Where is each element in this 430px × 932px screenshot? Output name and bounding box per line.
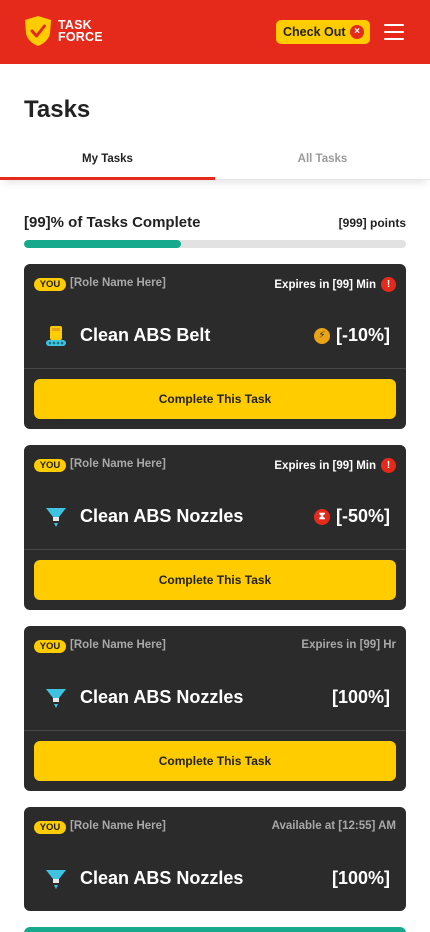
task-value-text: [100%] bbox=[331, 868, 390, 888]
task-card-body: Clean ABS Nozzles [100%] bbox=[24, 666, 406, 730]
task-value-text: [-10%] bbox=[335, 325, 390, 345]
progress-bar-fill bbox=[24, 240, 181, 248]
task-card-footer: Complete This Task bbox=[24, 550, 406, 610]
expiry-time: Expires in [99] Min ! bbox=[274, 458, 396, 473]
nozzle-icon bbox=[46, 508, 66, 527]
expiry-time: Expires in [99] Min ! bbox=[274, 277, 396, 292]
expiry-text: Expires in [99] Hr bbox=[301, 639, 396, 651]
role-name: [Role Name Here] bbox=[70, 639, 166, 651]
task-name: Clean ABS Nozzles bbox=[80, 868, 244, 888]
task-card-header: YOU [Role Name Here] Available at [12:55… bbox=[24, 807, 406, 847]
task-value: ⧗ [-50%] bbox=[313, 506, 390, 527]
complete-task-button[interactable]: Complete This Task bbox=[34, 379, 396, 419]
task-tabs: My Tasks All Tasks bbox=[0, 144, 430, 180]
role-name: [Role Name Here] bbox=[70, 820, 166, 832]
task-card-header: YOU [Role Name Here] Expires in [99] Hr bbox=[24, 626, 406, 666]
task-card-header: YOU [Role Name Here] Expires in [99] Min… bbox=[24, 445, 406, 485]
nozzle-icon bbox=[46, 689, 66, 708]
tab-all-tasks[interactable]: All Tasks bbox=[215, 144, 430, 180]
task-card: YOU [Role Name Here] Expires in [99] Min… bbox=[24, 445, 406, 610]
check-out-label: Check Out bbox=[283, 25, 346, 39]
task-card-body: Clean ABS Nozzles [100%] bbox=[24, 847, 406, 911]
task-value: [100%] bbox=[332, 687, 390, 708]
task-value: [100%] bbox=[332, 868, 390, 889]
task-value-text: [100%] bbox=[331, 687, 390, 707]
progress-bar bbox=[24, 240, 406, 248]
task-name: Clean ABS Belt bbox=[80, 325, 211, 345]
complete-task-button[interactable]: Complete This Task bbox=[34, 560, 396, 600]
check-out-button[interactable]: Check Out × bbox=[276, 20, 370, 44]
task-value: ⚡ [-10%] bbox=[313, 325, 390, 346]
belt-icon bbox=[46, 326, 66, 346]
tab-my-tasks[interactable]: My Tasks bbox=[0, 144, 215, 180]
task-name: Clean ABS Nozzles bbox=[80, 506, 244, 526]
expiry-time: Expires in [99] Hr bbox=[301, 639, 396, 651]
task-name: Clean ABS Nozzles bbox=[80, 687, 244, 707]
expiry-text: Expires in [99] Min bbox=[274, 278, 376, 291]
nozzle-icon bbox=[46, 870, 66, 889]
task-card-footer: Complete This Task bbox=[24, 731, 406, 791]
task-card-footer: Complete This Task bbox=[24, 369, 406, 429]
page-title: Tasks bbox=[24, 96, 91, 123]
logo-wordmark: TASK FORCE bbox=[58, 19, 103, 44]
hamburger-menu-icon[interactable] bbox=[384, 24, 404, 40]
alert-icon: ! bbox=[381, 458, 396, 473]
expiry-text: Expires in [99] Min bbox=[274, 459, 376, 472]
task-force-logo[interactable]: TASK FORCE bbox=[24, 15, 103, 47]
availability-text: Available at [12:55] AM bbox=[271, 820, 396, 832]
availability-time: Available at [12:55] AM bbox=[272, 820, 396, 832]
role-name: [Role Name Here] bbox=[70, 277, 166, 289]
task-card: YOU [Role Name Here] Expires in [99] Hr … bbox=[24, 626, 406, 791]
task-card-header: YOU [Role Name Here] Expires in [99] Min… bbox=[24, 264, 406, 304]
complete-task-button[interactable]: Complete This Task bbox=[34, 741, 396, 781]
logo-line-2: FORCE bbox=[58, 30, 103, 44]
close-icon: × bbox=[350, 25, 364, 39]
points-total: [999] points bbox=[338, 216, 406, 230]
you-badge: YOU bbox=[34, 278, 66, 291]
top-bar: TASK FORCE Check Out × bbox=[0, 0, 430, 64]
hourglass-icon: ⧗ bbox=[313, 508, 330, 525]
progress-label: [99]% of Tasks Complete bbox=[24, 214, 201, 231]
task-card: YOU [Role Name Here] Expires in [99] Min… bbox=[24, 264, 406, 429]
task-card: YOU [Role Name Here] Available at [12:55… bbox=[24, 807, 406, 911]
shield-check-icon bbox=[25, 16, 51, 46]
task-card-body: Clean ABS Belt ⚡ [-10%] bbox=[24, 304, 406, 368]
you-badge: YOU bbox=[34, 640, 66, 653]
task-value-text: [-50%] bbox=[335, 506, 390, 526]
next-card-edge bbox=[24, 927, 406, 932]
you-badge: YOU bbox=[34, 459, 66, 472]
role-name: [Role Name Here] bbox=[70, 458, 166, 470]
task-card-body: Clean ABS Nozzles ⧗ [-50%] bbox=[24, 485, 406, 549]
alert-icon: ! bbox=[381, 277, 396, 292]
you-badge: YOU bbox=[34, 821, 66, 834]
bolt-icon: ⚡ bbox=[313, 327, 330, 344]
